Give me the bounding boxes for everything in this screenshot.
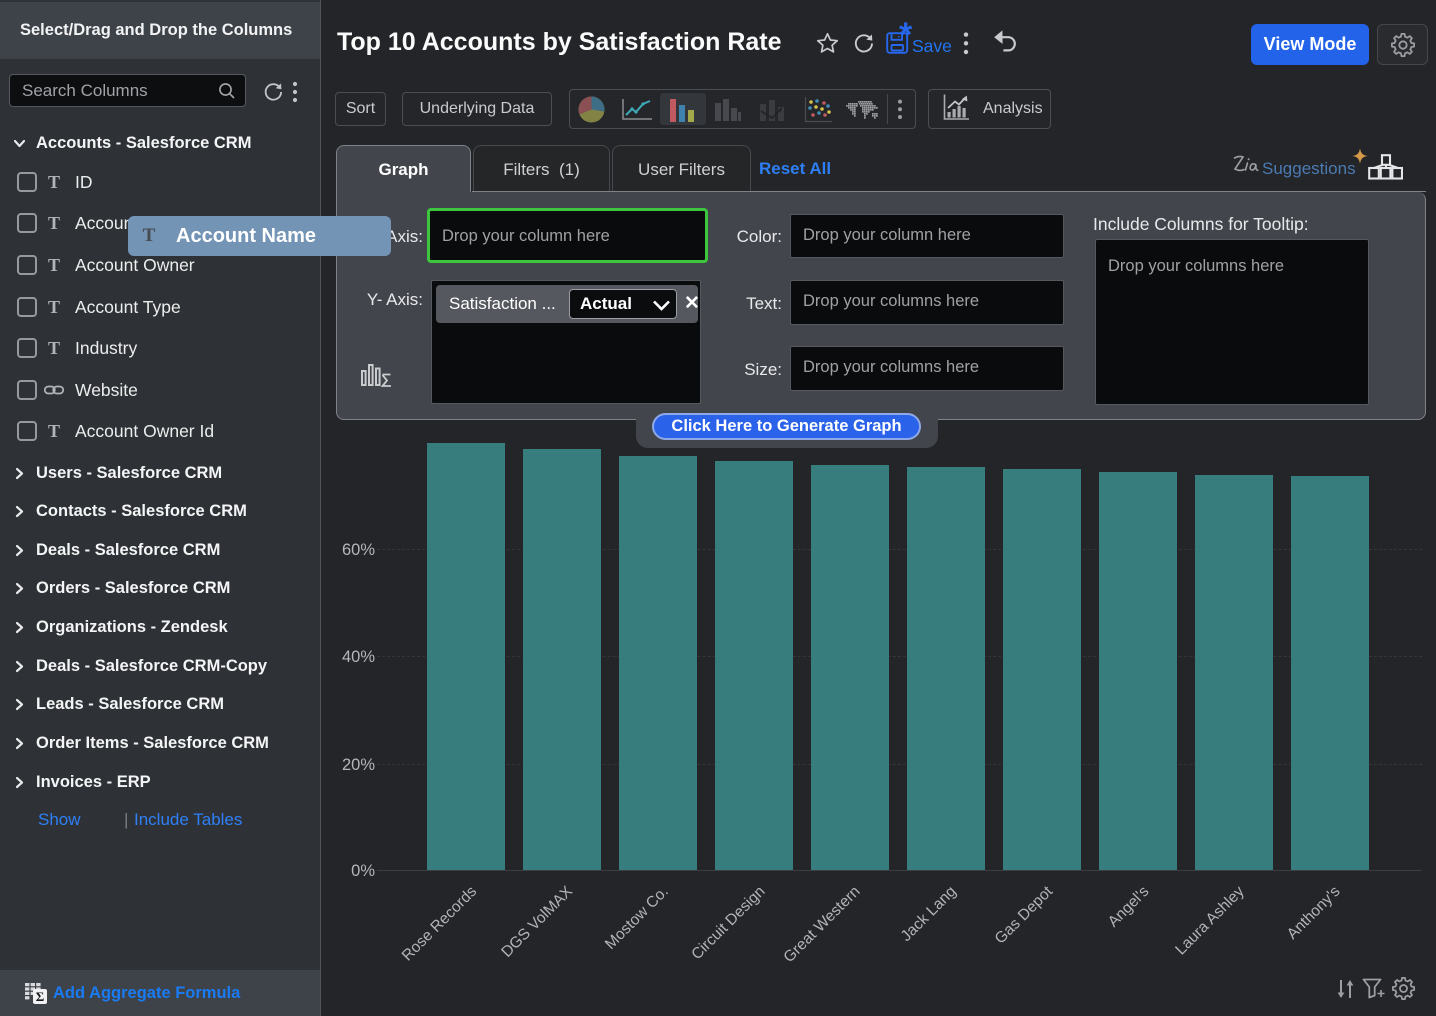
svg-text:Σ: Σ xyxy=(36,989,45,1004)
